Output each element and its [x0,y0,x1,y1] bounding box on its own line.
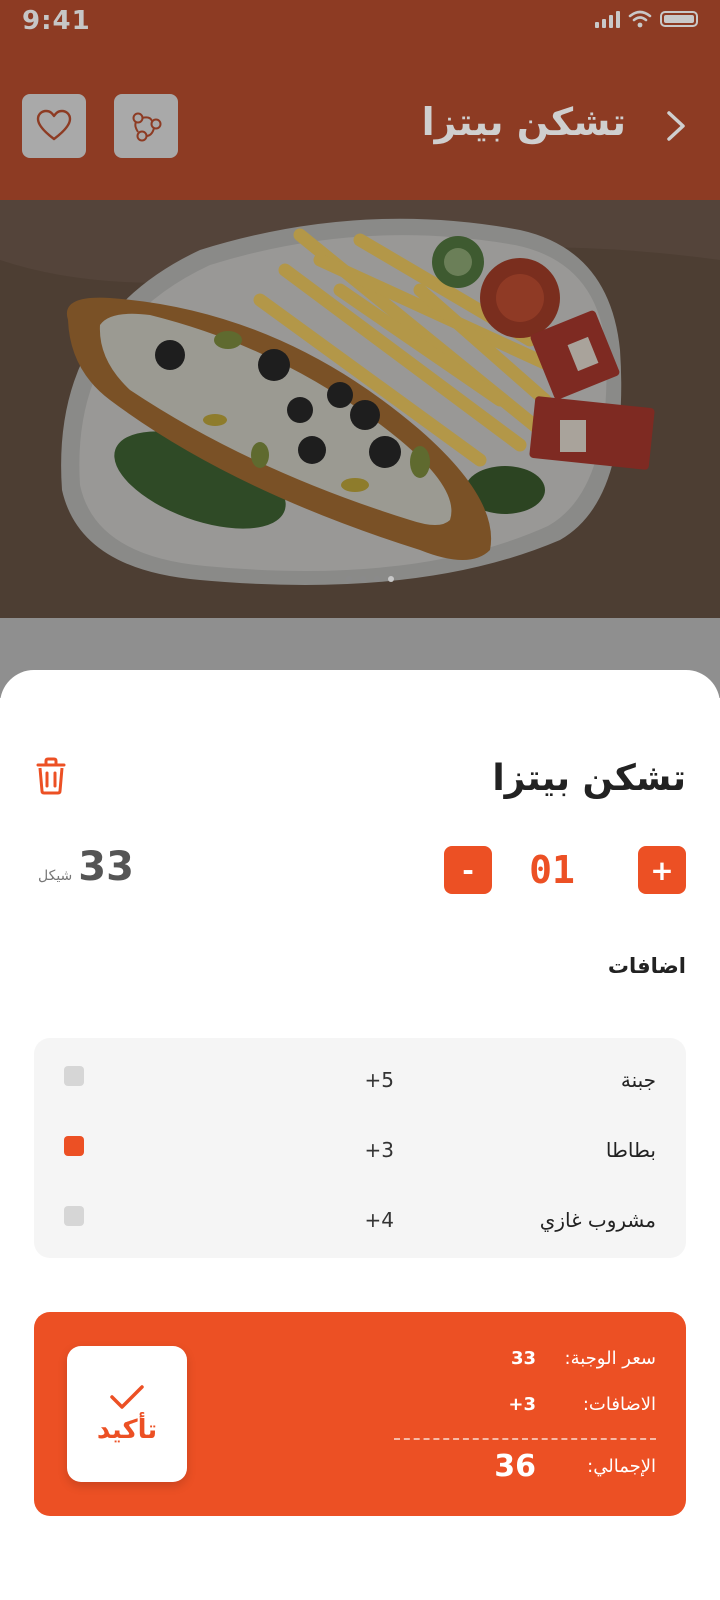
back-button[interactable] [656,106,696,146]
total-line: الإجمالي: 36 [494,1449,656,1484]
extras-title: اضافات [607,954,686,978]
extras-price-value: +3 [508,1394,536,1415]
status-time: 9:41 [22,6,91,36]
extra-checkbox[interactable] [64,1066,84,1086]
favorite-button[interactable] [22,94,86,158]
extra-row-soda[interactable]: مشروب غازي +4 [64,1188,656,1258]
app-header: 9:41 تشكن بيتزا [0,0,720,200]
food-image [0,200,720,618]
extra-name: مشروب غازي [539,1208,656,1232]
signal-icon [595,10,620,28]
extra-price: +5 [364,1068,394,1092]
quantity-value: 01 [529,848,575,892]
heart-icon [36,109,72,141]
carousel-dot[interactable] [346,576,352,582]
status-bar: 9:41 [0,0,720,44]
price-value: 33 [78,844,134,890]
extra-row-potato[interactable]: بطاطا +3 [64,1118,656,1188]
confirm-button[interactable]: تأكيد [67,1346,187,1482]
extra-checkbox[interactable] [64,1206,84,1226]
currency-label: شيكل [38,868,73,884]
extras-list: جبنة +5 بطاطا +3 مشروب غازي +4 [34,1038,686,1258]
extras-price-label: الاضافات: [582,1394,656,1415]
carousel-dot[interactable] [374,576,380,582]
item-name: تشكن بيتزا [492,758,686,799]
extra-name: بطاطا [605,1138,656,1162]
total-label: الإجمالي: [587,1456,656,1477]
chevron-right-icon [667,111,685,141]
order-bottom-sheet: تشكن بيتزا + 01 - شيكل 33 اضافات جبنة +5… [0,670,720,1600]
order-summary: سعر الوجبة: 33 الاضافات: +3 الإجمالي: 36… [34,1312,686,1516]
summary-divider [394,1438,656,1440]
extra-row-cheese[interactable]: جبنة +5 [64,1048,656,1118]
carousel-dot[interactable] [360,576,366,582]
extras-price-line: الاضافات: +3 [508,1394,656,1415]
increase-quantity-button[interactable]: + [638,846,686,894]
status-icons [595,10,698,28]
meal-price-line: سعر الوجبة: 33 [511,1348,656,1369]
page-title: تشكن بيتزا [421,100,626,144]
food-photo-illustration [0,200,720,618]
extra-checkbox-checked[interactable] [64,1136,84,1156]
extra-price: +3 [364,1138,394,1162]
check-icon [110,1385,144,1409]
wifi-icon [628,10,652,28]
share-button[interactable] [114,94,178,158]
delete-button[interactable] [34,756,68,796]
meal-price-label: سعر الوجبة: [564,1348,656,1369]
carousel-dot-active[interactable] [388,576,394,582]
trash-icon [36,757,66,795]
extra-price: +4 [364,1208,394,1232]
item-price: شيكل 33 [38,844,134,890]
carousel-dots[interactable] [346,576,394,582]
total-value: 36 [494,1449,536,1484]
extra-name: جبنة [620,1068,656,1092]
battery-icon [660,11,698,27]
confirm-label: تأكيد [96,1415,158,1445]
decrease-quantity-button[interactable]: - [444,846,492,894]
meal-price-value: 33 [510,1348,536,1369]
share-icon [132,112,162,142]
